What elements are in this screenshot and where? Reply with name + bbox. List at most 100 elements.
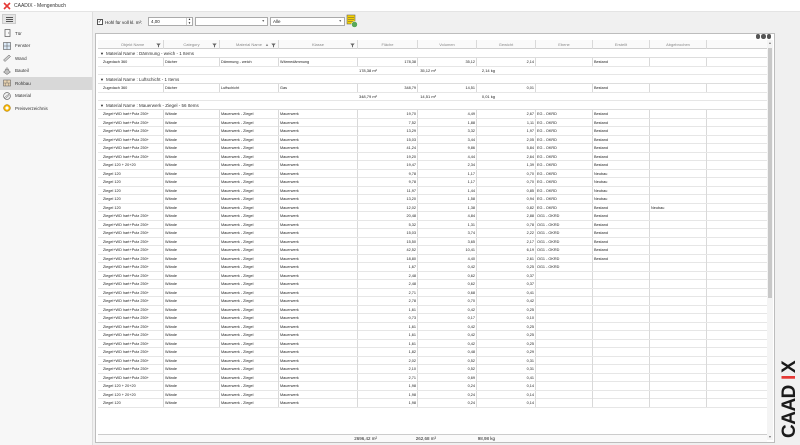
table-row[interactable]: Ziegel+WD hart+Putz 250+ Wände Mauerwerk -… — [98, 356, 767, 365]
filter-icon[interactable] — [350, 42, 355, 48]
table-cell: Mauerwerk - Ziegel — [220, 144, 279, 152]
table-row[interactable]: Ziegel+WD hart+Putz 250+ Wände Mauerwerk -… — [98, 254, 767, 263]
spin-arrows-icon[interactable]: ▲ ▼ — [186, 17, 192, 25]
column-header[interactable]: Klasse — [279, 40, 358, 49]
table-cell: Mauerwerk — [279, 314, 358, 322]
sidebar-item-preisverzeichnis[interactable]: Preisverzeichnis — [0, 102, 92, 115]
hollow-checkbox[interactable]: ✓ — [97, 19, 103, 25]
chevron-down-icon[interactable]: ▼ — [100, 49, 104, 58]
table-row[interactable]: Ziegel+WD hart+Putz 250+ Wände Mauerwerk -… — [98, 246, 767, 255]
table-cell — [536, 356, 593, 365]
scroll-down-icon[interactable]: ▼ — [767, 434, 773, 440]
table-row[interactable]: Ziegel+WD hart+Putz 250+ Wände Mauerwerk -… — [98, 322, 767, 331]
table-row[interactable]: Ziegel 120 Wände Mauerwerk - Ziegel Mauerwe… — [98, 399, 767, 408]
table-row[interactable]: Ziegel+WD hart+Putz 250+ Wände Mauerwerk -… — [98, 331, 767, 340]
sidebar-item-wand[interactable]: Wand — [0, 52, 92, 65]
table-cell: Mauerwerk - Ziegel — [220, 152, 279, 161]
table-row[interactable]: Ziegel 120 Wände Mauerwerk - Ziegel Mauerwe… — [98, 186, 767, 195]
table-row[interactable]: Ziegel+WD hart+Putz 250+ Wände Mauerwerk -… — [98, 229, 767, 238]
table-row[interactable]: Ziegel 120 Wände Mauerwerk - Ziegel Mauerwe… — [98, 178, 767, 187]
scroll-thumb[interactable] — [768, 48, 772, 298]
filter-icon[interactable] — [156, 42, 161, 48]
table-cell: 1,97 — [477, 127, 536, 135]
table-cell: Ziegel+WD hart+Putz 250+ — [102, 229, 164, 237]
table-row[interactable]: Ziegel+WD hart+Putz 250+ Wände Mauerwerk -… — [98, 271, 767, 280]
chevron-down-icon[interactable]: ▼ — [100, 75, 104, 84]
chevron-down-icon[interactable]: ▼ — [100, 101, 104, 110]
table-cell: OG1 - OKRD — [536, 229, 593, 237]
vertical-scrollbar[interactable]: ▲ ▼ — [767, 40, 773, 440]
hollow-checkbox-label: Hohl für voll kl. m²: — [105, 19, 143, 25]
sidebar-item-bauteil[interactable]: Bauteil — [0, 65, 92, 78]
table-row[interactable]: Ziegel+WD hart+Putz 250+ Wände Mauerwerk -… — [98, 365, 767, 374]
table-row[interactable]: Ziegel+WD hart+Putz 250+ Wände Mauerwerk -… — [98, 373, 767, 382]
table-cell: 11,97 — [358, 186, 418, 195]
sidebar-item-t-r[interactable]: Tür — [0, 27, 92, 40]
column-header[interactable]: Volumen — [418, 40, 477, 49]
table-cell: 1,67 — [358, 263, 418, 271]
hamburger-menu-button[interactable] — [2, 14, 16, 24]
scope-combobox[interactable]: Alle ▼ — [270, 17, 345, 26]
table-row[interactable]: Ziegel 120 + 20+20 Wände Mauerwerk - Ziege… — [98, 382, 767, 391]
table-cell — [593, 331, 650, 339]
group-header-row[interactable]: ▼ Material Name : Dämmung - weich - 1 Ite… — [98, 49, 767, 58]
table-cell: Ziegel+WD hart+Putz 250+ — [102, 118, 164, 127]
table-cell: 0,42 — [418, 322, 477, 331]
table-cell — [593, 365, 650, 373]
threshold-spinbox[interactable]: 4,00 ▲ ▼ — [148, 17, 193, 26]
sidebar-item-fenster[interactable]: Fenster — [0, 40, 92, 53]
column-header[interactable]: Ebene — [536, 40, 593, 49]
table-cell: Wände — [164, 195, 220, 203]
column-header[interactable]: Fläche — [358, 40, 418, 49]
table-row[interactable]: Ziegel+WD hart+Putz 250+ Wände Mauerwerk -… — [98, 314, 767, 323]
table-row[interactable]: Zugedach 360 Dächer Luftschicht Gas 348,79 14… — [98, 84, 767, 93]
table-row[interactable]: Ziegel+WD hart+Putz 250+ Wände Mauerwerk -… — [98, 118, 767, 127]
table-row[interactable]: Ziegel+WD hart+Putz 250+ Wände Mauerwerk -… — [98, 152, 767, 161]
group-header-row[interactable]: ▼ Material Name : Mauerwerk - Ziegel - 56… — [98, 101, 767, 110]
table-row[interactable]: Ziegel+WD hart+Putz 250+ Wände Mauerwerk -… — [98, 348, 767, 357]
table-row[interactable]: Zugedach 360 Dächer Dämmung - weich Wärmedä… — [98, 58, 767, 67]
table-cell: EG - OKRD — [536, 127, 593, 135]
table-row[interactable]: Ziegel+WD hart+Putz 250+ Wände Mauerwerk -… — [98, 212, 767, 221]
sidebar-item-rohbau[interactable]: Rohbau — [0, 77, 92, 90]
sidebar-item-label: Wand — [15, 55, 27, 61]
column-header[interactable]: Erstellt — [593, 40, 650, 49]
table-cell: Wände — [164, 169, 220, 178]
group-header-row[interactable]: ▼ Material Name : Luftschicht - 1 Items — [98, 75, 767, 84]
table-row[interactable]: Ziegel+WD hart+Putz 250+ Wände Mauerwerk -… — [98, 305, 767, 314]
column-header[interactable]: Category — [164, 40, 220, 49]
table-row[interactable]: Ziegel+WD hart+Putz 250+ Wände Mauerwerk -… — [98, 127, 767, 136]
table-cell: 0,25 — [477, 263, 536, 271]
table-row[interactable]: Ziegel+WD hart+Putz 250+ Wände Mauerwerk -… — [98, 220, 767, 229]
sidebar-item-material[interactable]: Material — [0, 90, 92, 103]
table-row[interactable]: Ziegel+WD hart+Putz 250+ Wände Mauerwerk -… — [98, 135, 767, 144]
column-header[interactable]: Abgebrochen — [650, 40, 707, 49]
table-row[interactable]: Ziegel 120 + 20+20 Wände Mauerwerk - Ziege… — [98, 161, 767, 170]
column-header[interactable]: Objekt Name — [102, 40, 164, 49]
calculate-button[interactable] — [346, 14, 358, 28]
column-header[interactable]: Gewicht — [477, 40, 536, 49]
table-row[interactable]: Ziegel+WD hart+Putz 250+ Wände Mauerwerk -… — [98, 110, 767, 119]
table-row[interactable]: Ziegel 120 Wände Mauerwerk - Ziegel Mauerwe… — [98, 195, 767, 204]
table-cell: Ziegel+WD hart+Putz 250+ — [102, 127, 164, 135]
table-row[interactable]: Ziegel 120 Wände Mauerwerk - Ziegel Mauerwe… — [98, 169, 767, 178]
filter-combobox[interactable]: ▼ — [195, 17, 268, 26]
table-cell: EG - OKRD — [536, 110, 593, 118]
table-row[interactable]: Ziegel+WD hart+Putz 250+ Wände Mauerwerk -… — [98, 297, 767, 306]
table-row[interactable]: Ziegel+WD hart+Putz 250+ Wände Mauerwerk -… — [98, 263, 767, 272]
column-header[interactable]: Material Name ▲ — [220, 40, 279, 49]
table-row[interactable]: Ziegel 120 + 20+20 Wände Mauerwerk - Ziege… — [98, 390, 767, 399]
table-row[interactable]: Ziegel+WD hart+Putz 250+ Wände Mauerwerk -… — [98, 280, 767, 289]
filter-icon[interactable] — [271, 42, 276, 48]
group-sum-area: 348,79 m² — [358, 93, 377, 99]
table-cell: Wände — [164, 220, 220, 229]
scroll-up-icon[interactable]: ▲ — [767, 40, 773, 46]
sort-ascending-icon[interactable]: ▲ — [265, 40, 269, 49]
table-row[interactable]: Ziegel+WD hart+Putz 250+ Wände Mauerwerk -… — [98, 288, 767, 297]
table-row[interactable]: Ziegel 120 Wände Mauerwerk - Ziegel Mauerwe… — [98, 203, 767, 212]
filter-icon[interactable] — [212, 42, 217, 48]
table-row[interactable]: Ziegel+WD hart+Putz 250+ Wände Mauerwerk -… — [98, 237, 767, 246]
table-row[interactable]: Ziegel+WD hart+Putz 250+ Wände Mauerwerk -… — [98, 144, 767, 153]
table-row[interactable]: Ziegel+WD hart+Putz 250+ Wände Mauerwerk -… — [98, 339, 767, 348]
panel-options-dots-icon[interactable] — [755, 34, 771, 39]
